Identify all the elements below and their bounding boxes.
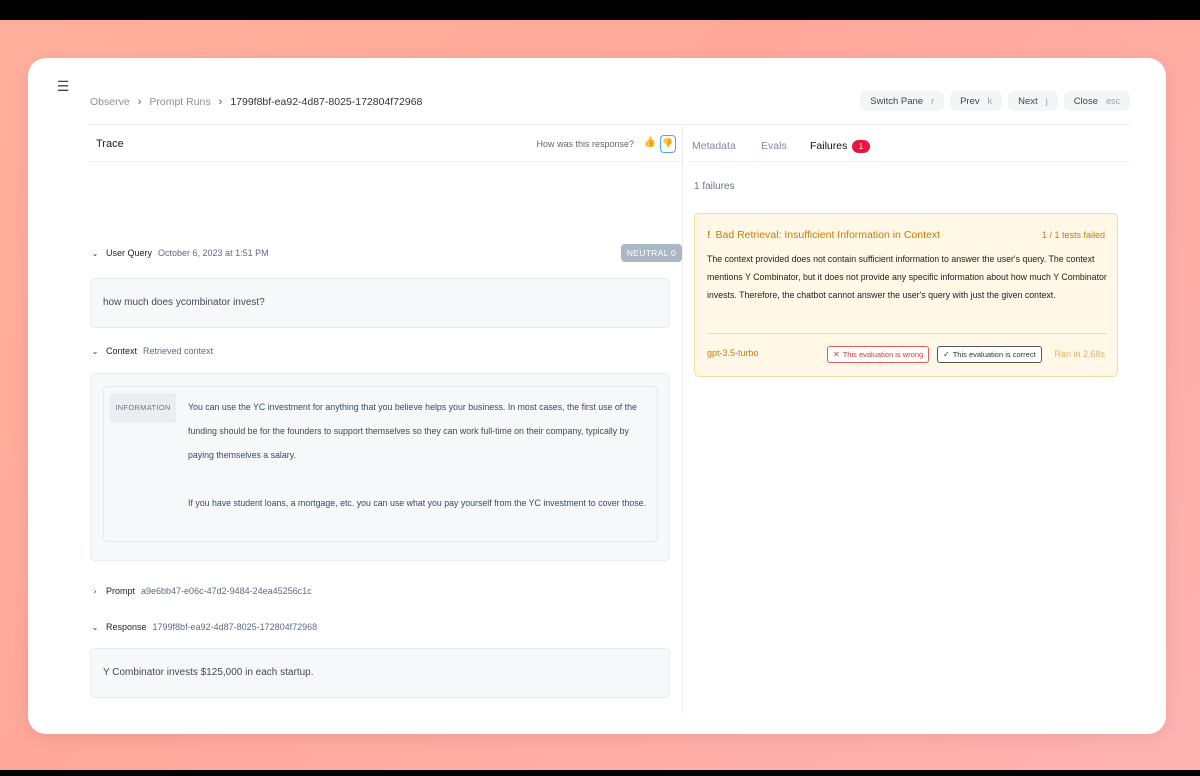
context-header[interactable]: ⌄ Context Retrieved context xyxy=(90,346,213,356)
rate-prompt: How was this response? xyxy=(536,139,634,149)
user-query-header[interactable]: ⌄ User Query October 6, 2023 at 1:51 PM xyxy=(90,248,269,258)
section-label: Response xyxy=(106,622,147,632)
close-icon: ✕ xyxy=(833,350,840,359)
trace-header: Trace How was this response? 👍 👎 xyxy=(90,124,682,162)
section-label: Context xyxy=(106,346,138,356)
failure-divider xyxy=(707,333,1107,334)
next-label: Next xyxy=(1018,95,1038,107)
failures-summary: 1 failures xyxy=(694,181,735,192)
failures-count-badge: 1 xyxy=(852,140,870,153)
model-name: gpt-3.5-turbo xyxy=(707,348,759,358)
hamburger-icon[interactable]: ☰ xyxy=(54,78,72,96)
context-text: You can use the YC investment for anythi… xyxy=(188,395,654,539)
chevron-down-icon: ⌄ xyxy=(91,346,99,356)
top-actions: Switch Pane r Prev k Next j Close esc xyxy=(860,91,1130,111)
response-text: Y Combinator invests $125,000 in each st… xyxy=(103,667,314,678)
shortcut-key: j xyxy=(1045,96,1048,106)
failure-title: ! Bad Retrieval: Insufficient Information… xyxy=(707,229,940,241)
context-box: INFORMATION You can use the YC investmen… xyxy=(90,373,670,561)
chevron-right-icon: › xyxy=(93,586,97,596)
context-paragraph: If you have student loans, a mortgage, e… xyxy=(188,498,647,508)
chevron-right-icon: › xyxy=(137,96,142,108)
thumbs-down-icon[interactable]: 👎 xyxy=(660,135,676,153)
information-tag: INFORMATION xyxy=(110,393,176,423)
evaluation-wrong-button[interactable]: ✕ This evaluation is wrong xyxy=(827,346,930,363)
query-timestamp: October 6, 2023 at 1:51 PM xyxy=(158,248,269,258)
shortcut-key: k xyxy=(987,96,993,106)
pane-divider xyxy=(682,124,683,714)
trace-pane: Trace How was this response? 👍 👎 ⌄ User … xyxy=(90,124,682,714)
trace-title: Trace xyxy=(96,138,124,150)
user-query-text: how much does ycombinator invest? xyxy=(103,297,265,308)
chevron-down-icon: ⌄ xyxy=(91,622,99,632)
close-button[interactable]: Close esc xyxy=(1063,91,1130,111)
section-label: User Query xyxy=(106,248,153,258)
breadcrumb-prompt-runs[interactable]: Prompt Runs xyxy=(149,96,210,108)
tab-failures[interactable]: Failures xyxy=(810,140,847,152)
shortcut-key: r xyxy=(931,96,935,106)
user-query-box: how much does ycombinator invest? xyxy=(90,278,670,328)
details-pane: Metadata Evals Failures 1 1 failures ! Ba… xyxy=(690,124,1130,714)
chevron-down-icon: ⌄ xyxy=(91,248,99,258)
thumbs-up-icon[interactable]: 👍 xyxy=(644,137,656,148)
prompt-header[interactable]: › Prompt a9e6bb47-e06c-47d2-9484-24ea452… xyxy=(90,586,312,596)
evaluation-correct-button[interactable]: ✓ This evaluation is correct xyxy=(937,346,1042,363)
failure-description: The context provided does not contain su… xyxy=(707,254,1107,300)
trace-panel: ☰ Observe › Prompt Runs › 1799f8bf-ea92-… xyxy=(28,58,1166,734)
failure-title-text: Bad Retrieval: Insufficient Information … xyxy=(715,229,941,241)
prev-button[interactable]: Prev k xyxy=(950,91,1003,111)
warning-icon: ! xyxy=(707,229,711,241)
evaluation-wrong-label: This evaluation is wrong xyxy=(842,350,924,359)
check-icon: ✓ xyxy=(943,350,950,359)
section-label: Prompt xyxy=(106,586,136,596)
switch-pane-button[interactable]: Switch Pane r xyxy=(860,91,945,111)
failure-card: ! Bad Retrieval: Insufficient Information… xyxy=(694,213,1118,377)
breadcrumb-current: 1799f8bf-ea92-4d87-8025-172804f72968 xyxy=(230,96,423,108)
run-duration: Ran in 2.68s xyxy=(1054,349,1105,359)
tab-bar: Metadata Evals Failures 1 xyxy=(690,124,1130,162)
shortcut-key: esc xyxy=(1105,96,1120,106)
tab-evals[interactable]: Evals xyxy=(761,140,787,152)
chevron-right-icon: › xyxy=(218,96,223,108)
close-label: Close xyxy=(1073,95,1098,107)
tests-failed: 1 / 1 tests failed xyxy=(1041,230,1105,240)
context-subtitle: Retrieved context xyxy=(143,346,214,356)
next-button[interactable]: Next j xyxy=(1008,91,1058,111)
breadcrumb-observe[interactable]: Observe xyxy=(90,96,130,108)
breadcrumb: Observe › Prompt Runs › 1799f8bf-ea92-4d… xyxy=(90,94,422,110)
response-box: Y Combinator invests $125,000 in each st… xyxy=(90,648,670,698)
context-item: INFORMATION You can use the YC investmen… xyxy=(103,386,658,542)
prev-label: Prev xyxy=(960,95,980,107)
prompt-id: a9e6bb47-e06c-47d2-9484-24ea45256c1c xyxy=(141,586,312,596)
response-header[interactable]: ⌄ Response 1799f8bf-ea92-4d87-8025-17280… xyxy=(90,622,318,632)
switch-pane-label: Switch Pane xyxy=(870,95,924,107)
status-badge: NEUTRAL 0 xyxy=(620,244,682,262)
response-id: 1799f8bf-ea92-4d87-8025-172804f72968 xyxy=(152,622,318,632)
evaluation-correct-label: This evaluation is correct xyxy=(952,350,1036,359)
context-paragraph: You can use the YC investment for anythi… xyxy=(188,402,637,460)
tab-metadata[interactable]: Metadata xyxy=(692,140,736,152)
